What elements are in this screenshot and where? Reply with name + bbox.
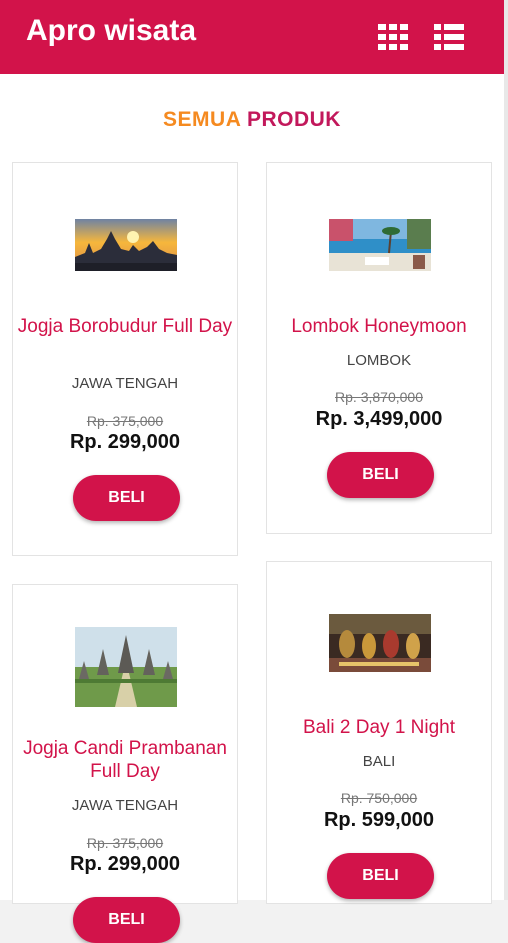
product-name[interactable]: Jogja Candi Prambanan Full Day bbox=[13, 737, 237, 783]
scrollbar-track[interactable] bbox=[504, 0, 508, 900]
product-price: Rp. 3,499,000 bbox=[315, 408, 443, 430]
product-price: Rp. 299,000 bbox=[69, 853, 181, 875]
product-image-lombok bbox=[329, 219, 431, 271]
product-old-price: Rp. 750,000 bbox=[340, 790, 418, 806]
product-card[interactable]: Jogja Borobudur Full Day JAWA TENGAH Rp.… bbox=[12, 162, 238, 556]
product-region: LOMBOK bbox=[346, 352, 412, 369]
product-old-price: Rp. 3,870,000 bbox=[335, 389, 423, 405]
buy-button[interactable]: BELI bbox=[73, 475, 180, 521]
product-old-price: Rp. 375,000 bbox=[86, 835, 164, 851]
product-image-bali bbox=[329, 614, 431, 672]
grid-view-icon[interactable] bbox=[378, 24, 408, 50]
product-price: Rp. 599,000 bbox=[323, 809, 435, 831]
product-region: JAWA TENGAH bbox=[71, 797, 179, 814]
app-bar: Apro wisata bbox=[0, 0, 504, 74]
product-name[interactable]: Lombok Honeymoon bbox=[267, 315, 491, 338]
product-image-prambanan bbox=[75, 627, 177, 707]
product-card[interactable]: Jogja Candi Prambanan Full Day JAWA TENG… bbox=[12, 584, 238, 943]
product-card[interactable]: Bali 2 Day 1 Night BALI Rp. 750,000 Rp. … bbox=[266, 561, 492, 904]
product-name[interactable]: Bali 2 Day 1 Night bbox=[267, 716, 491, 739]
section-title-part2: PRODUK bbox=[246, 108, 341, 131]
buy-button[interactable]: BELI bbox=[327, 452, 434, 498]
product-price: Rp. 299,000 bbox=[69, 431, 181, 453]
product-name[interactable]: Jogja Borobudur Full Day bbox=[13, 315, 237, 338]
section-title-part1: SEMUA bbox=[163, 108, 241, 131]
product-region: BALI bbox=[362, 753, 396, 770]
product-region: JAWA TENGAH bbox=[71, 375, 179, 392]
section-title: SEMUA PRODUK bbox=[0, 108, 504, 132]
list-view-icon[interactable] bbox=[434, 24, 464, 50]
product-card[interactable]: Lombok Honeymoon LOMBOK Rp. 3,870,000 Rp… bbox=[266, 162, 492, 534]
product-image-borobudur bbox=[75, 219, 177, 271]
buy-button[interactable]: BELI bbox=[73, 897, 180, 943]
product-old-price: Rp. 375,000 bbox=[86, 413, 164, 429]
buy-button[interactable]: BELI bbox=[327, 853, 434, 899]
app-title: Apro wisata bbox=[26, 14, 197, 47]
